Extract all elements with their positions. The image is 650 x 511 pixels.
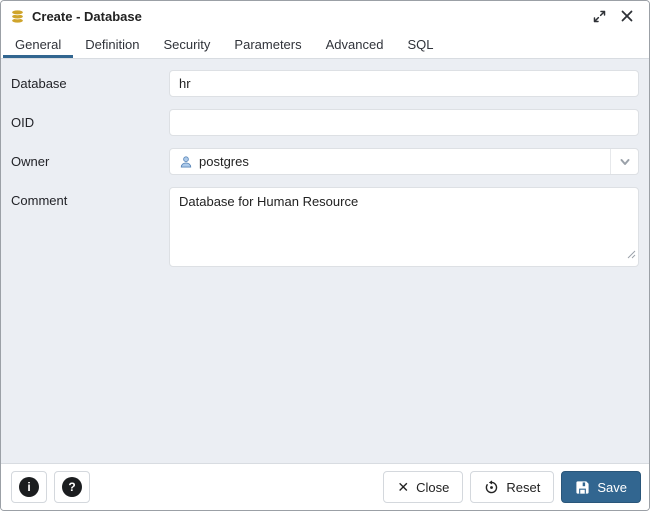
general-tab-panel: Database OID Owner <box>1 59 649 463</box>
tab-sql[interactable]: SQL <box>395 31 445 58</box>
save-icon <box>575 480 590 495</box>
oid-row: OID <box>11 109 639 136</box>
tab-security[interactable]: Security <box>151 31 222 58</box>
owner-select[interactable]: postgres <box>169 148 639 175</box>
reset-icon <box>484 479 499 495</box>
reset-button[interactable]: Reset <box>470 471 555 503</box>
tabbar: General Definition Security Parameters A… <box>1 31 649 59</box>
chevron-down-icon[interactable] <box>610 149 638 174</box>
owner-selected-value: postgres <box>199 154 249 169</box>
save-button-label: Save <box>597 479 627 495</box>
footer: i ? ✕ Close Reset Save <box>1 463 649 510</box>
close-icon[interactable] <box>617 6 637 26</box>
comment-row: Comment Database for Human Resource <box>11 187 639 267</box>
help-icon: ? <box>62 477 82 497</box>
reset-button-label: Reset <box>506 479 541 495</box>
tab-definition[interactable]: Definition <box>73 31 151 58</box>
save-button[interactable]: Save <box>561 471 641 503</box>
tab-general[interactable]: General <box>3 31 74 58</box>
comment-textarea[interactable]: Database for Human Resource <box>169 187 639 267</box>
help-button[interactable]: ? <box>54 471 90 503</box>
dialog-title: Create - Database <box>32 8 142 24</box>
close-button-label: Close <box>416 479 450 495</box>
comment-label: Comment <box>11 193 68 208</box>
info-button[interactable]: i <box>11 471 47 503</box>
owner-label: Owner <box>11 154 50 169</box>
database-label: Database <box>11 76 67 91</box>
expand-icon[interactable] <box>589 6 609 26</box>
tab-parameters[interactable]: Parameters <box>222 31 313 58</box>
database-row: Database <box>11 70 639 97</box>
titlebar: Create - Database <box>1 1 649 31</box>
database-input[interactable] <box>169 70 639 97</box>
oid-label: OID <box>11 115 35 130</box>
database-icon <box>10 9 25 24</box>
oid-input[interactable] <box>169 109 639 136</box>
user-icon <box>179 155 193 169</box>
close-x-icon: ✕ <box>397 479 410 495</box>
create-database-dialog: Create - Database General Definition Sec… <box>0 0 650 511</box>
info-icon: i <box>19 477 39 497</box>
tab-advanced[interactable]: Advanced <box>314 31 396 58</box>
close-button[interactable]: ✕ Close <box>383 471 464 503</box>
owner-row: Owner postgres <box>11 148 639 175</box>
